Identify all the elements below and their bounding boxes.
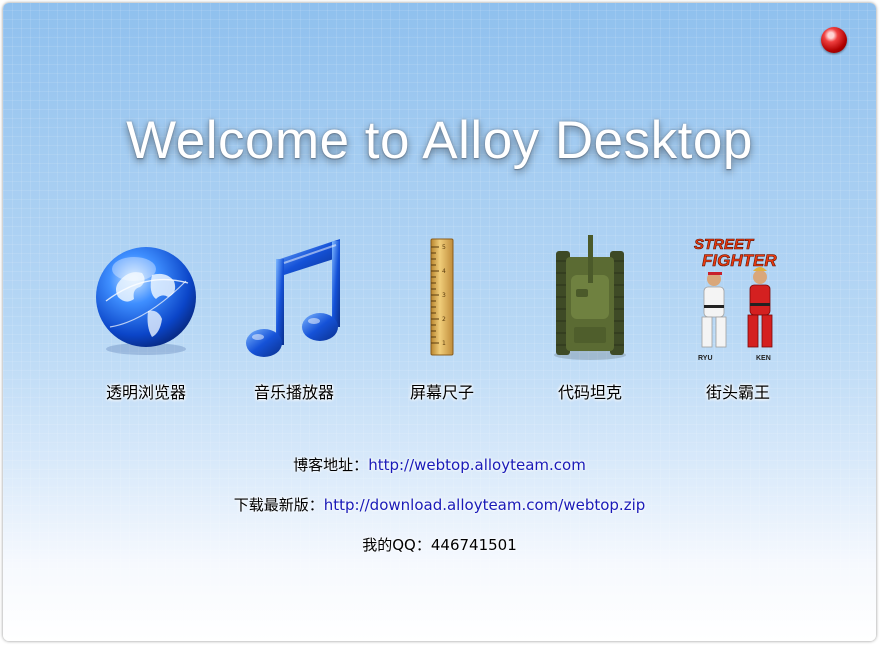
svg-text:2: 2 xyxy=(442,316,446,323)
globe-icon xyxy=(96,231,196,363)
app-screen-ruler[interactable]: 5 4 3 2 1 屏幕尺子 xyxy=(372,231,512,406)
download-label: 下载最新版： xyxy=(233,496,324,514)
app-label: 街头霸王 xyxy=(705,383,770,402)
svg-text:5: 5 xyxy=(442,244,446,251)
svg-text:FIGHTER: FIGHTER xyxy=(702,251,777,270)
svg-text:RYU: RYU xyxy=(698,355,713,362)
app-browser[interactable]: 透明浏览器 xyxy=(76,231,216,406)
tank-icon xyxy=(540,231,640,363)
download-info: 下载最新版：http://download.alloyteam.com/webt… xyxy=(3,494,876,515)
svg-text:4: 4 xyxy=(442,268,446,275)
app-label: 代码坦克 xyxy=(557,383,622,402)
qq-info: 我的QQ：446741501 xyxy=(3,534,876,555)
blog-address: 博客地址：http://webtop.alloyteam.com xyxy=(3,454,876,475)
street-fighter-icon: STREET FIGHTER RYU KEN xyxy=(688,231,788,363)
download-link[interactable]: http://download.alloyteam.com/webtop.zip xyxy=(324,496,646,514)
music-note-icon xyxy=(244,231,344,363)
app-label: 透明浏览器 xyxy=(105,383,186,402)
svg-text:1: 1 xyxy=(442,340,446,347)
welcome-title: Welcome to Alloy Desktop xyxy=(126,111,753,170)
qq-label: 我的QQ： xyxy=(362,536,431,554)
app-code-tank[interactable]: 代码坦克 xyxy=(520,231,660,406)
ruler-icon: 5 4 3 2 1 xyxy=(392,231,492,363)
close-button[interactable] xyxy=(821,27,847,53)
blog-link[interactable]: http://webtop.alloyteam.com xyxy=(368,456,586,474)
app-label: 屏幕尺子 xyxy=(409,383,474,402)
qq-number: 446741501 xyxy=(430,536,517,554)
app-music-player[interactable]: 音乐播放器 xyxy=(224,231,364,406)
welcome-window: Welcome to Alloy Desktop 透明浏览器 音乐播放器 5 4… xyxy=(3,3,876,641)
svg-text:KEN: KEN xyxy=(756,355,771,362)
app-street-fighter[interactable]: STREET FIGHTER RYU KEN 街头霸王 xyxy=(668,231,808,406)
app-label: 音乐播放器 xyxy=(253,383,334,402)
svg-text:3: 3 xyxy=(442,292,446,299)
blog-label: 博客地址： xyxy=(293,456,369,474)
